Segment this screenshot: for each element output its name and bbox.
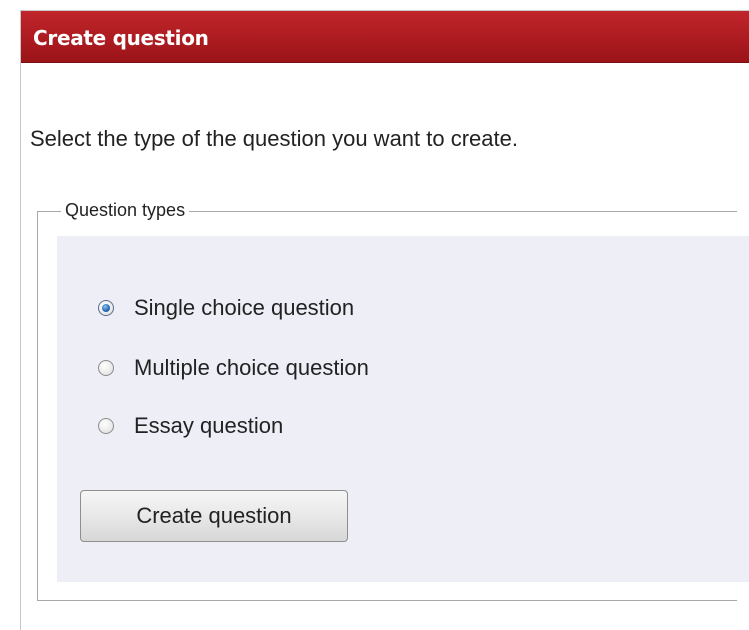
- radio-essay[interactable]: [98, 418, 114, 434]
- title-bar: Create question: [21, 11, 749, 63]
- question-types-legend: Question types: [61, 200, 190, 221]
- option-essay[interactable]: Essay question: [98, 411, 283, 441]
- option-single-choice[interactable]: Single choice question: [98, 293, 354, 323]
- radio-single-choice[interactable]: [98, 300, 114, 316]
- radio-multiple-choice[interactable]: [98, 360, 114, 376]
- option-multiple-choice[interactable]: Multiple choice question: [98, 353, 369, 383]
- create-question-button[interactable]: Create question: [80, 490, 348, 542]
- option-label: Essay question: [134, 413, 284, 438]
- panel-title: Create question: [33, 26, 209, 50]
- option-label: Multiple choice question: [134, 355, 369, 380]
- instruction-text: Select the type of the question you want…: [30, 126, 518, 151]
- option-label: Single choice question: [134, 295, 355, 320]
